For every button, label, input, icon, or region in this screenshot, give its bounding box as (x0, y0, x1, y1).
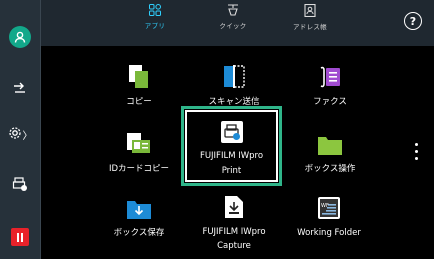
scan-send-icon (222, 63, 246, 89)
address-book-icon (304, 4, 316, 17)
app-box-save[interactable]: ボックス保存 (91, 186, 187, 248)
job-status-icon (12, 176, 28, 196)
app-label: FUJIFILM IWpro Capture (202, 227, 266, 251)
gear-icon (8, 125, 22, 144)
fax-icon (318, 63, 342, 89)
user-button[interactable] (0, 22, 40, 52)
help-button[interactable]: ? (404, 12, 422, 30)
login-logout-button[interactable] (0, 75, 40, 105)
sidebar: 〉 (0, 0, 41, 259)
app-iwpro-capture[interactable]: FUJIFILM IWpro Capture (186, 186, 282, 256)
app-iwpro-print[interactable]: FUJIFILM IWpro Print (181, 106, 282, 186)
box-save-icon (126, 194, 152, 220)
apps-grid-icon (149, 4, 161, 16)
top-tab-bar: アプリ クイック アドレス帳 ? (41, 0, 434, 46)
iwpro-print-icon (220, 118, 244, 144)
job-status-button[interactable] (0, 171, 40, 201)
tab-quick[interactable]: クイック (198, 0, 268, 46)
box-operation-icon (317, 130, 343, 156)
app-box-operation[interactable]: ボックス操作 (282, 122, 378, 184)
tab-label: アプリ (144, 22, 166, 30)
tab-label: アドレス帳 (293, 23, 327, 31)
app-label: FUJIFILM IWpro Print (199, 151, 264, 176)
quick-icon (228, 4, 238, 16)
app-working-folder[interactable]: WF Working Folder (279, 186, 379, 248)
working-folder-icon: WF (317, 194, 341, 220)
svg-text:WF: WF (321, 203, 329, 209)
app-copy[interactable]: コピー (91, 55, 187, 117)
user-icon (9, 26, 31, 48)
tab-label: クイック (219, 22, 247, 30)
settings-button[interactable]: 〉 (0, 119, 40, 149)
tab-apps[interactable]: アプリ (120, 0, 190, 46)
app-label: ファクス (313, 97, 347, 107)
copy-icon (128, 63, 150, 89)
app-label: ボックス操作 (304, 164, 356, 174)
app-id-card-copy[interactable]: IDカードコピー (91, 122, 187, 184)
app-label: Working Folder (297, 228, 361, 238)
id-card-copy-icon (126, 130, 152, 156)
app-label: ボックス保存 (113, 228, 165, 238)
app-fax[interactable]: ファクス (282, 55, 378, 117)
more-options-icon[interactable] (415, 143, 418, 160)
app-label: IDカードコピー (108, 164, 170, 174)
app-label: コピー (126, 97, 152, 107)
stop-icon (11, 228, 29, 246)
chevron-right-icon: 〉 (22, 130, 33, 142)
stop-button[interactable] (0, 222, 40, 252)
login-logout-icon (12, 81, 28, 100)
iwpro-capture-icon (223, 194, 245, 220)
tab-address-book[interactable]: アドレス帳 (275, 0, 345, 46)
